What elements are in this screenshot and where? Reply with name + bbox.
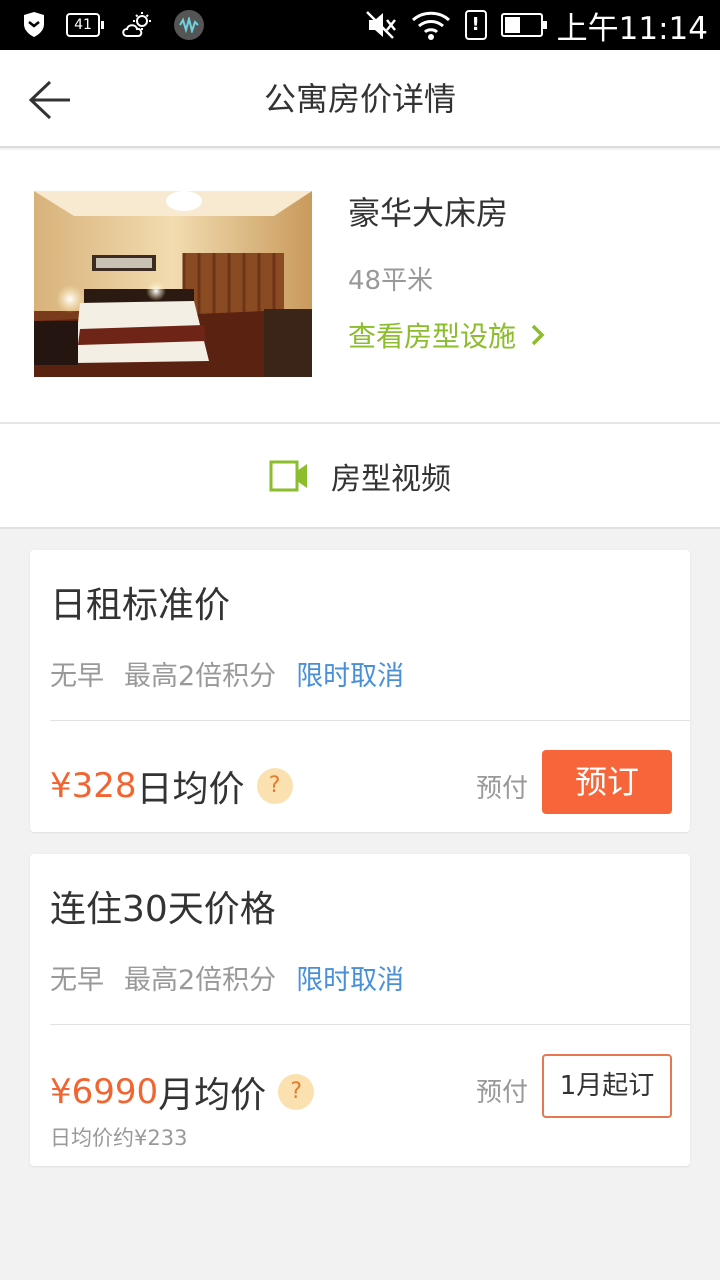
- help-icon[interactable]: ?: [278, 1074, 315, 1110]
- app-header: 公寓房价详情: [0, 50, 720, 148]
- chevron-right-icon: [531, 324, 545, 346]
- plan-tags: 无早 最高2倍积分 限时取消: [50, 958, 404, 997]
- points-tag: 最高2倍积分: [124, 965, 277, 996]
- daily-average-note: 日均价约¥233: [50, 1126, 188, 1150]
- audio-app-icon: [174, 10, 204, 40]
- notification-count-icon: 41: [66, 13, 104, 37]
- room-area: 48平米: [348, 266, 434, 296]
- shield-icon: [22, 12, 46, 38]
- divider: [50, 1024, 690, 1025]
- price-plan-card: 连住30天价格 无早 最高2倍积分 限时取消 ¥6990 月均价 ? 日均价约¥…: [30, 854, 690, 1166]
- help-icon[interactable]: ?: [256, 768, 293, 804]
- clock-time: 上午11:14: [556, 10, 708, 47]
- divider: [50, 720, 690, 721]
- video-camera-icon: [269, 460, 307, 491]
- breakfast-tag: 无早: [50, 661, 104, 692]
- status-left-icons: 41: [22, 0, 204, 50]
- view-facilities-label: 查看房型设施: [348, 320, 517, 353]
- room-photo[interactable]: [34, 191, 312, 377]
- cancel-policy-tag[interactable]: 限时取消: [296, 958, 404, 997]
- page-title: 公寓房价详情: [263, 80, 456, 118]
- room-video-label: 房型视频: [331, 461, 451, 497]
- cancel-policy-tag[interactable]: 限时取消: [296, 654, 404, 693]
- wifi-icon: [411, 10, 451, 40]
- price-plan-card: 日租标准价 无早 最高2倍积分 限时取消 ¥328 日均价 ? 预付 预订: [30, 550, 690, 832]
- price-amount: ¥328: [50, 766, 137, 806]
- price-amount: ¥6990: [50, 1072, 159, 1112]
- weather-cloud-icon: [120, 11, 154, 39]
- status-bar: 41 ! 上午11:14: [0, 0, 720, 50]
- room-name: 豪华大床房: [348, 194, 509, 232]
- view-facilities-link[interactable]: 查看房型设施: [348, 315, 546, 355]
- prepay-label: 预付: [475, 774, 528, 804]
- battery-icon: [500, 13, 547, 37]
- status-right-icons: ! 上午11:14: [365, 0, 708, 50]
- price-line: ¥6990 月均价 ?: [50, 1066, 315, 1118]
- price-unit: 日均价: [136, 769, 245, 810]
- room-info-section: 豪华大床房 48平米 查看房型设施: [0, 150, 720, 422]
- plan-title: 连住30天价格: [50, 889, 276, 930]
- plan-tags: 无早 最高2倍积分 限时取消: [50, 654, 404, 693]
- book-button[interactable]: 预订: [542, 750, 672, 814]
- plan-title: 日租标准价: [50, 585, 231, 626]
- points-tag: 最高2倍积分: [124, 661, 277, 692]
- breakfast-tag: 无早: [50, 965, 104, 996]
- book-monthly-button[interactable]: 1月起订: [542, 1054, 672, 1118]
- price-line: ¥328 日均价 ?: [50, 760, 293, 812]
- mute-icon: [365, 10, 397, 40]
- price-unit: 月均价: [158, 1075, 267, 1116]
- room-video-button[interactable]: 房型视频: [0, 422, 720, 529]
- prepay-label: 预付: [475, 1078, 528, 1108]
- alert-icon: !: [464, 10, 487, 40]
